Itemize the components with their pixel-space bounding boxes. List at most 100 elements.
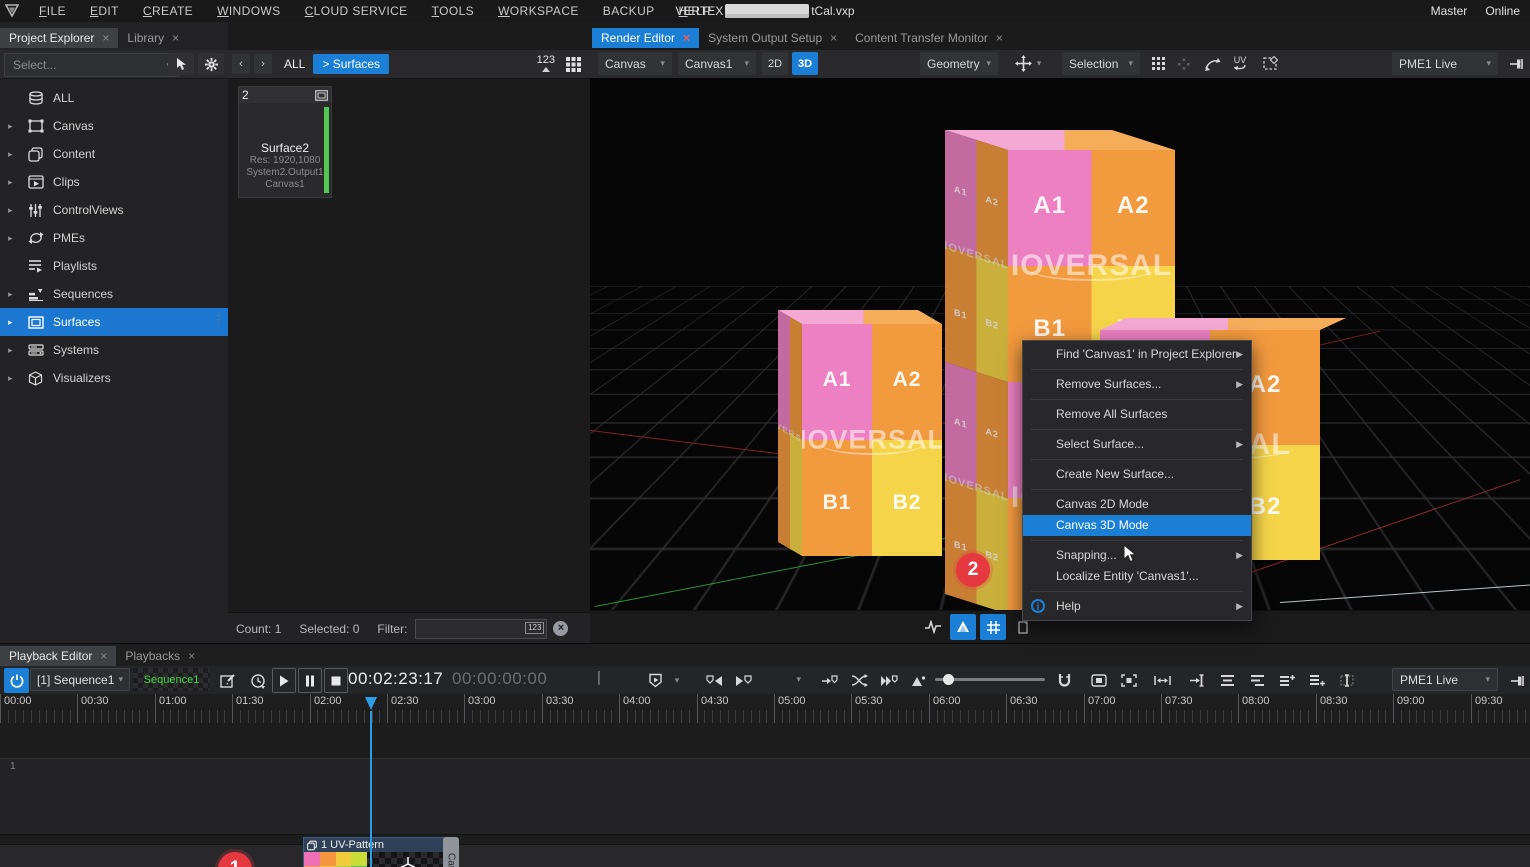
align-left-button[interactable] bbox=[1243, 668, 1271, 693]
flip-normals-button[interactable] bbox=[1200, 52, 1224, 75]
add-track-below-button[interactable] bbox=[1303, 668, 1331, 693]
pick-tool-button[interactable] bbox=[168, 53, 194, 75]
move-tool-button[interactable]: ▾ bbox=[1006, 52, 1050, 75]
mode-3d-button[interactable]: 3D bbox=[792, 52, 818, 75]
pin-panel-button[interactable] bbox=[1505, 668, 1529, 693]
tab-playback-editor[interactable]: Playback Editor× bbox=[0, 646, 116, 666]
tab-render-editor[interactable]: Render Editor× bbox=[592, 28, 699, 48]
cue-marker-dropdown[interactable]: ▾ bbox=[668, 668, 686, 693]
menu-workspace[interactable]: WORKSPACE bbox=[486, 4, 591, 18]
marquee-button[interactable] bbox=[1258, 52, 1282, 75]
nav-back-button[interactable]: ‹ bbox=[232, 54, 250, 74]
menu-backup[interactable]: BACKUP bbox=[591, 4, 667, 18]
selection-dropdown[interactable]: Selection▾ bbox=[1062, 52, 1140, 75]
tree-item-surfaces[interactable]: ▸ Surfaces bbox=[0, 308, 228, 336]
timeline-ruler[interactable]: 00:0000:3001:0001:3002:0002:3003:0003:30… bbox=[0, 694, 1530, 724]
settings-button[interactable] bbox=[198, 53, 224, 75]
breadcrumb-root[interactable]: ALL bbox=[284, 57, 305, 71]
insert-time-button[interactable] bbox=[1183, 668, 1211, 693]
wireframe-grid-button[interactable] bbox=[980, 614, 1006, 640]
geometry-dropdown[interactable]: Geometry▾ bbox=[920, 52, 998, 75]
sequence-selector-dropdown[interactable]: [1] Sequence1▾ bbox=[30, 668, 130, 691]
menu-item-canvas-3d-mode[interactable]: Canvas 3D Mode bbox=[1023, 515, 1251, 536]
menu-help[interactable]: HELP bbox=[667, 4, 724, 18]
menu-windows[interactable]: WINDOWS bbox=[205, 4, 292, 18]
timeline-zoom-slider[interactable] bbox=[935, 678, 1045, 681]
tree-item-sequences[interactable]: ▸ Sequences bbox=[0, 280, 228, 308]
tab-library[interactable]: Library× bbox=[118, 28, 188, 48]
play-button[interactable] bbox=[272, 668, 296, 693]
grid-snap-button[interactable] bbox=[1146, 52, 1170, 75]
pause-button[interactable] bbox=[298, 668, 322, 693]
tab-project-explorer[interactable]: Project Explorer× bbox=[0, 28, 118, 48]
tree-item-playlists[interactable]: Playlists bbox=[0, 252, 228, 280]
align-clips-button[interactable] bbox=[1213, 668, 1241, 693]
timecode-mode-button[interactable] bbox=[245, 668, 271, 693]
timeline-clip[interactable]: 1 UV-Pattern IOVERSAL bbox=[303, 837, 449, 867]
menu-file[interactable]: FILE bbox=[27, 4, 78, 18]
close-icon[interactable]: × bbox=[172, 31, 179, 45]
menu-debug[interactable]: DEBUG bbox=[724, 4, 793, 18]
menu-cloud-service[interactable]: CLOUD SERVICE bbox=[293, 4, 420, 18]
close-icon[interactable]: × bbox=[683, 31, 690, 45]
tab-system-output-setup[interactable]: System Output Setup× bbox=[699, 28, 846, 48]
playback-power-button[interactable] bbox=[4, 668, 29, 693]
menu-tools[interactable]: TOOLS bbox=[420, 4, 486, 18]
timeline-tracks[interactable]: 1 1 UV-Pattern IOVERSAL Canvas1 1 bbox=[0, 723, 1530, 867]
close-icon[interactable]: × bbox=[996, 31, 1003, 45]
menu-item-remove-all-surfaces[interactable]: Remove All Surfaces bbox=[1023, 404, 1251, 425]
menu-item-remove-surfaces[interactable]: Remove Surfaces...▶ bbox=[1023, 374, 1251, 395]
close-icon[interactable]: × bbox=[188, 649, 195, 663]
edit-sequence-button[interactable] bbox=[215, 668, 241, 693]
breadcrumb-current[interactable]: > Surfaces bbox=[313, 54, 389, 74]
tree-item-clips[interactable]: ▸ Clips bbox=[0, 168, 228, 196]
track-row[interactable]: 1 bbox=[0, 758, 1530, 835]
tree-item-all[interactable]: ALL bbox=[0, 84, 228, 112]
goto-cue-button[interactable] bbox=[815, 668, 843, 693]
menu-edit[interactable]: EDIT bbox=[78, 4, 131, 18]
frame-selection-button[interactable] bbox=[1115, 668, 1143, 693]
fit-horizontal-button[interactable] bbox=[1148, 668, 1176, 693]
panel-splitter-handle[interactable]: ⋮ bbox=[213, 318, 224, 322]
menu-item-canvas-2d-mode[interactable]: Canvas 2D Mode bbox=[1023, 494, 1251, 515]
grid-view-icon[interactable] bbox=[565, 56, 582, 73]
menu-item-help[interactable]: iHelp▶ bbox=[1023, 596, 1251, 617]
sort-numeric-button[interactable]: 123 bbox=[537, 56, 555, 72]
trim-tool-button[interactable] bbox=[1333, 668, 1361, 693]
tree-item-visualizers[interactable]: ▸ Visualizers bbox=[0, 364, 228, 392]
stop-button[interactable] bbox=[324, 668, 348, 693]
frame-all-button[interactable] bbox=[1085, 668, 1113, 693]
menu-item-find-canvas[interactable]: Find 'Canvas1' in Project Explorer▶ bbox=[1023, 344, 1251, 365]
tab-content-transfer-monitor[interactable]: Content Transfer Monitor× bbox=[846, 28, 1012, 48]
pme-live-dropdown[interactable]: PME1 Live▾ bbox=[1392, 52, 1498, 75]
slider-handle[interactable] bbox=[943, 674, 954, 685]
previous-cue-button[interactable] bbox=[700, 668, 728, 693]
mode-2d-button[interactable]: 2D bbox=[762, 52, 788, 75]
clip-canvas-tag[interactable]: Canvas1 bbox=[443, 837, 459, 867]
pin-panel-button[interactable] bbox=[1505, 52, 1527, 75]
tree-item-content[interactable]: ▸ Content bbox=[0, 140, 228, 168]
sequence-preview-thumbnail[interactable]: Sequence1 bbox=[133, 668, 210, 691]
zoom-fit-button[interactable] bbox=[906, 668, 932, 693]
cue-marker-button[interactable] bbox=[640, 668, 670, 693]
shaded-view-button[interactable] bbox=[950, 614, 976, 640]
menu-create[interactable]: CREATE bbox=[131, 4, 205, 18]
canvas-name-dropdown[interactable]: Canvas1▾ bbox=[678, 52, 756, 75]
follow-playhead-button[interactable] bbox=[1050, 668, 1078, 693]
canvas-type-dropdown[interactable]: Canvas▾ bbox=[598, 52, 672, 75]
tree-item-controlviews[interactable]: ▸ ControlViews bbox=[0, 196, 228, 224]
select-dropdown[interactable]: Select...▾ bbox=[4, 53, 180, 77]
shuffle-button[interactable] bbox=[845, 668, 873, 693]
cue-list-dropdown[interactable]: ▾ bbox=[765, 668, 807, 691]
tree-item-systems[interactable]: ▸ Systems bbox=[0, 336, 228, 364]
filter-input[interactable]: 123 bbox=[415, 619, 547, 639]
next-cue-button[interactable] bbox=[730, 668, 758, 693]
tab-playbacks[interactable]: Playbacks× bbox=[116, 646, 204, 666]
playback-pme-dropdown[interactable]: PME1 Live▾ bbox=[1392, 668, 1498, 691]
menu-item-localize-entity[interactable]: Localize Entity 'Canvas1'... bbox=[1023, 566, 1251, 587]
filter-clear-button[interactable]: × bbox=[553, 621, 568, 636]
close-icon[interactable]: × bbox=[830, 31, 837, 45]
performance-graph-button[interactable] bbox=[920, 614, 946, 640]
menu-item-create-new-surface[interactable]: Create New Surface... bbox=[1023, 464, 1251, 485]
uv-edit-button[interactable]: UV bbox=[1228, 52, 1252, 75]
